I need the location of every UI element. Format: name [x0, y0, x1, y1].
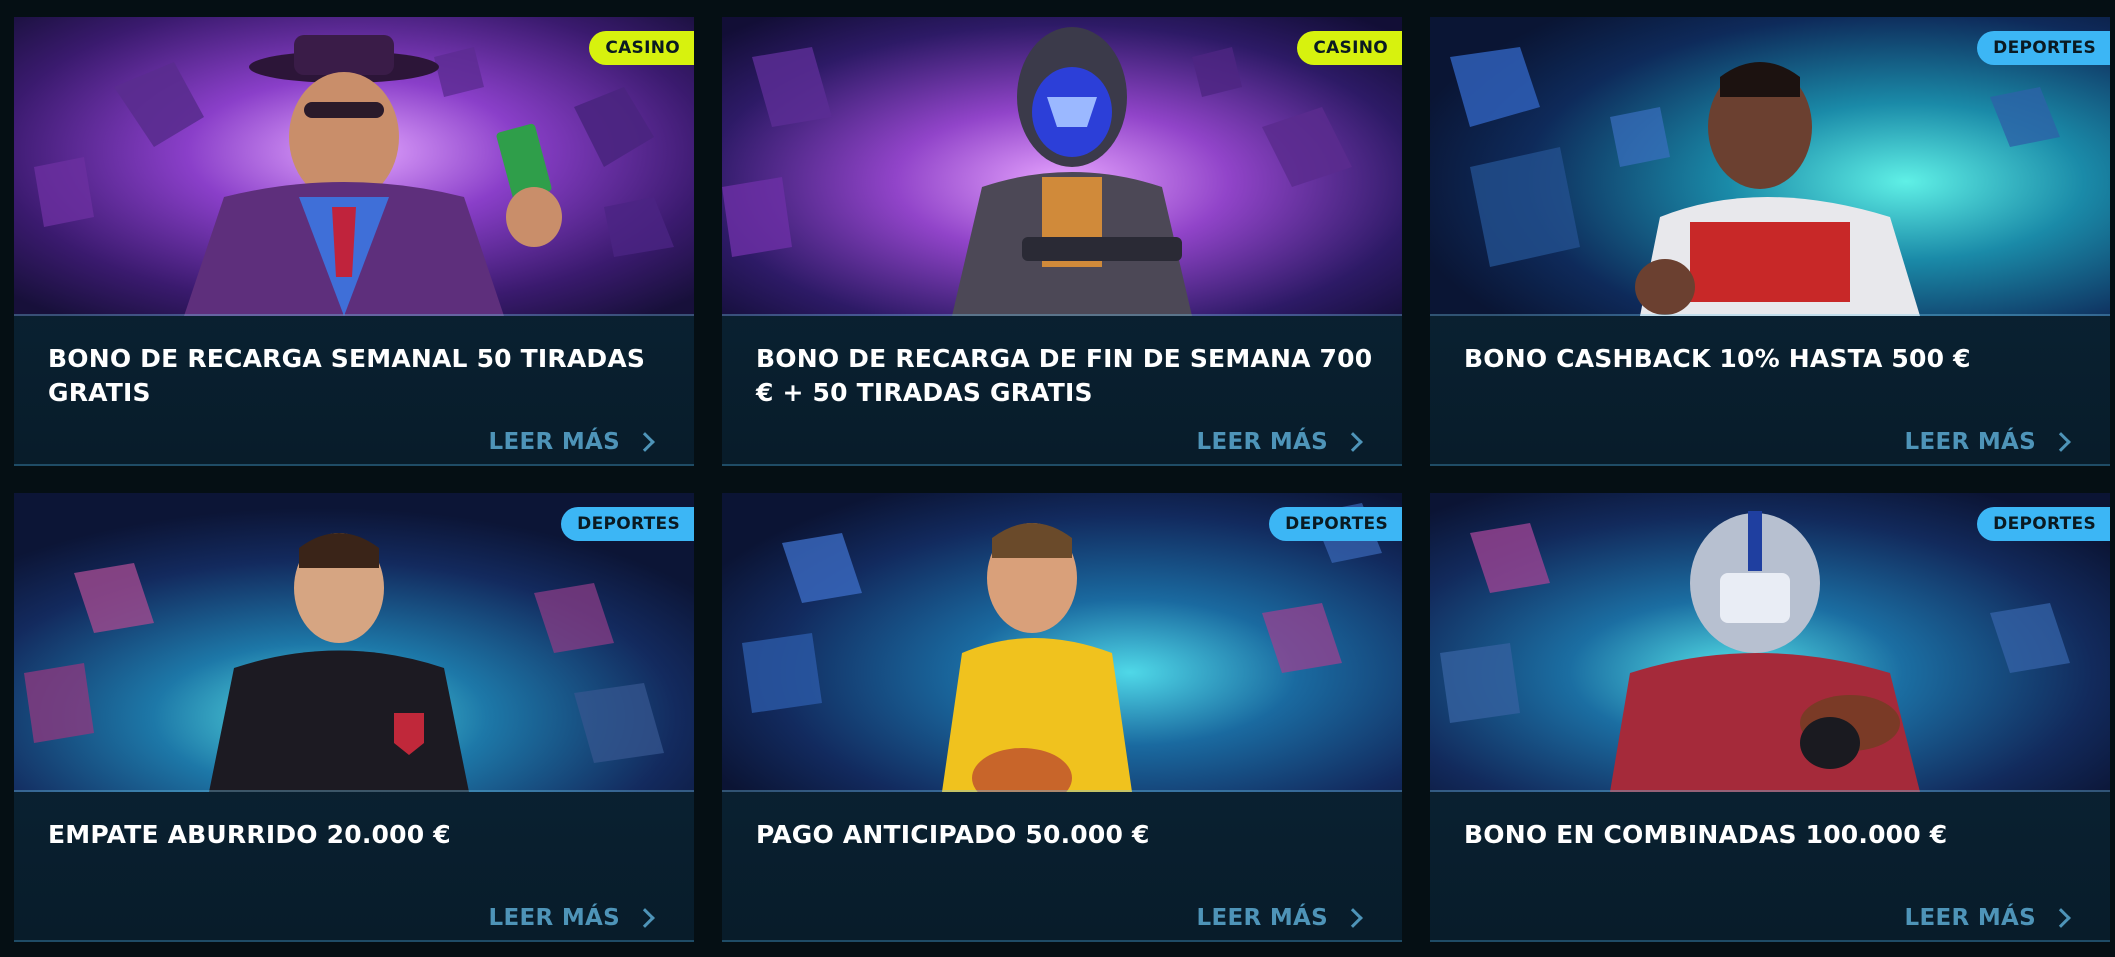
- read-more-link[interactable]: LEER MÁS: [489, 427, 656, 457]
- promo-title: BONO DE RECARGA SEMANAL 50 TIRADAS GRATI…: [48, 344, 646, 407]
- category-badge: DEPORTES: [1977, 31, 2110, 65]
- american-football-player-image: DEPORTES: [1430, 493, 2110, 792]
- promo-title: PAGO ANTICIPADO 50.000 €: [756, 820, 1150, 849]
- category-badge: DEPORTES: [1269, 507, 1402, 541]
- chevron-right-icon: [2051, 908, 2071, 928]
- promo-card[interactable]: CASINO BONO DE RECARGA SEMANAL 50 TIRADA…: [14, 17, 694, 466]
- read-more-link[interactable]: LEER MÁS: [1197, 427, 1364, 457]
- soccer-player-image: DEPORTES: [14, 493, 694, 792]
- read-more-label: LEER MÁS: [488, 905, 620, 931]
- promo-card[interactable]: CASINO BONO DE RECARGA DE FIN DE SEMANA …: [722, 17, 1402, 466]
- read-more-link[interactable]: LEER MÁS: [1905, 903, 2072, 933]
- chevron-right-icon: [635, 908, 655, 928]
- promotions-grid: CASINO BONO DE RECARGA SEMANAL 50 TIRADA…: [14, 17, 2112, 942]
- category-badge: CASINO: [589, 31, 694, 65]
- chevron-right-icon: [1343, 908, 1363, 928]
- basketball-player-image: DEPORTES: [722, 493, 1402, 792]
- category-badge: DEPORTES: [561, 507, 694, 541]
- read-more-link[interactable]: LEER MÁS: [1197, 903, 1364, 933]
- promo-card[interactable]: DEPORTES BONO EN COMBINADAS 100.000 € LE…: [1430, 493, 2110, 942]
- chevron-right-icon: [2051, 432, 2071, 452]
- read-more-label: LEER MÁS: [1196, 905, 1328, 931]
- read-more-label: LEER MÁS: [1904, 905, 2036, 931]
- promo-title: BONO CASHBACK 10% HASTA 500 €: [1464, 344, 1971, 373]
- read-more-label: LEER MÁS: [488, 429, 620, 455]
- promo-title: EMPATE ABURRIDO 20.000 €: [48, 820, 451, 849]
- category-badge: DEPORTES: [1977, 507, 2110, 541]
- promo-card[interactable]: DEPORTES EMPATE ABURRIDO 20.000 € LEER M…: [14, 493, 694, 942]
- promo-card[interactable]: DEPORTES BONO CASHBACK 10% HASTA 500 € L…: [1430, 17, 2110, 466]
- chevron-right-icon: [635, 432, 655, 452]
- promo-card[interactable]: DEPORTES PAGO ANTICIPADO 50.000 € LEER M…: [722, 493, 1402, 942]
- read-more-label: LEER MÁS: [1904, 429, 2036, 455]
- read-more-link[interactable]: LEER MÁS: [1905, 427, 2072, 457]
- promo-title: BONO DE RECARGA DE FIN DE SEMANA 700 € +…: [756, 344, 1373, 407]
- celebrating-footballer-image: DEPORTES: [1430, 17, 2110, 316]
- chevron-right-icon: [1343, 432, 1363, 452]
- promo-title: BONO EN COMBINADAS 100.000 €: [1464, 820, 1948, 849]
- read-more-label: LEER MÁS: [1196, 429, 1328, 455]
- category-badge: CASINO: [1297, 31, 1402, 65]
- space-warrior-image: CASINO: [722, 17, 1402, 316]
- read-more-link[interactable]: LEER MÁS: [489, 903, 656, 933]
- cowboy-character-image: CASINO: [14, 17, 694, 316]
